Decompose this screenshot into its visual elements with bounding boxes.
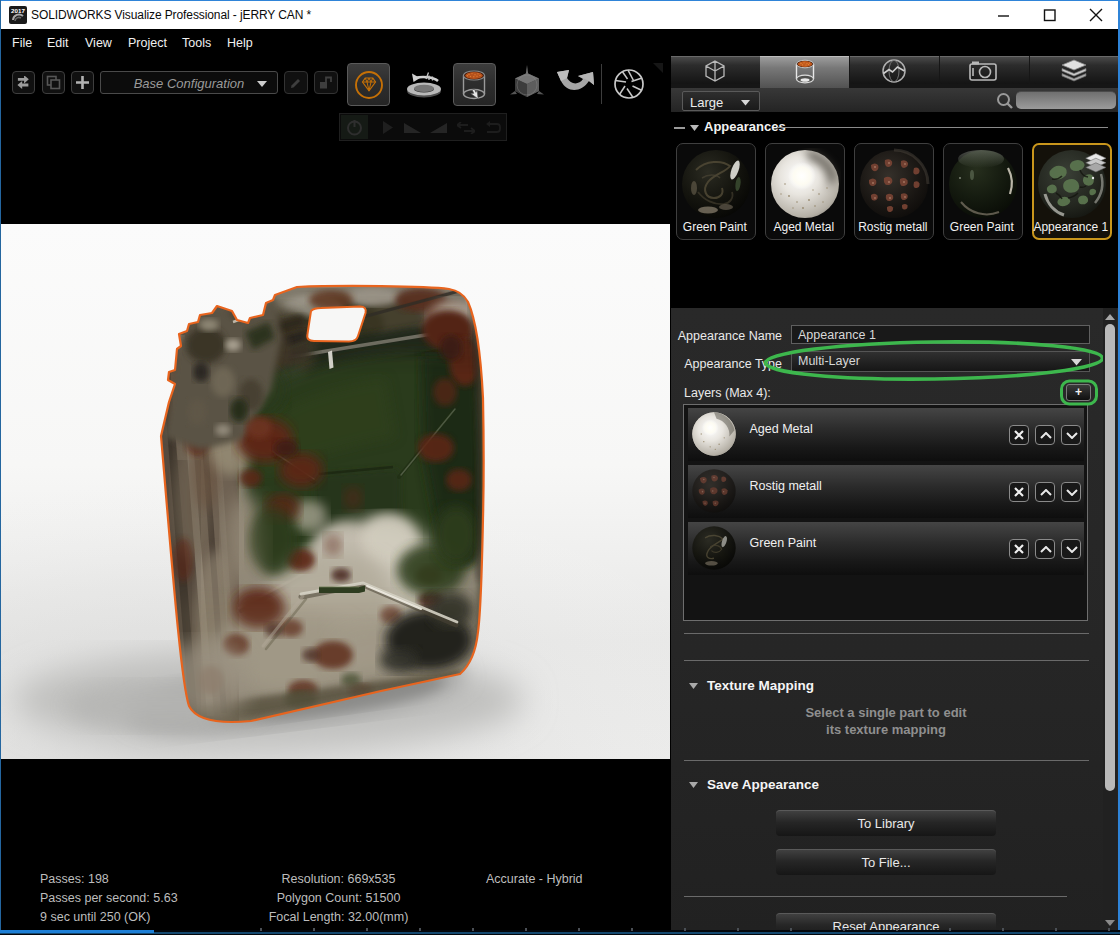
svg-text:2017: 2017 [11,7,25,14]
